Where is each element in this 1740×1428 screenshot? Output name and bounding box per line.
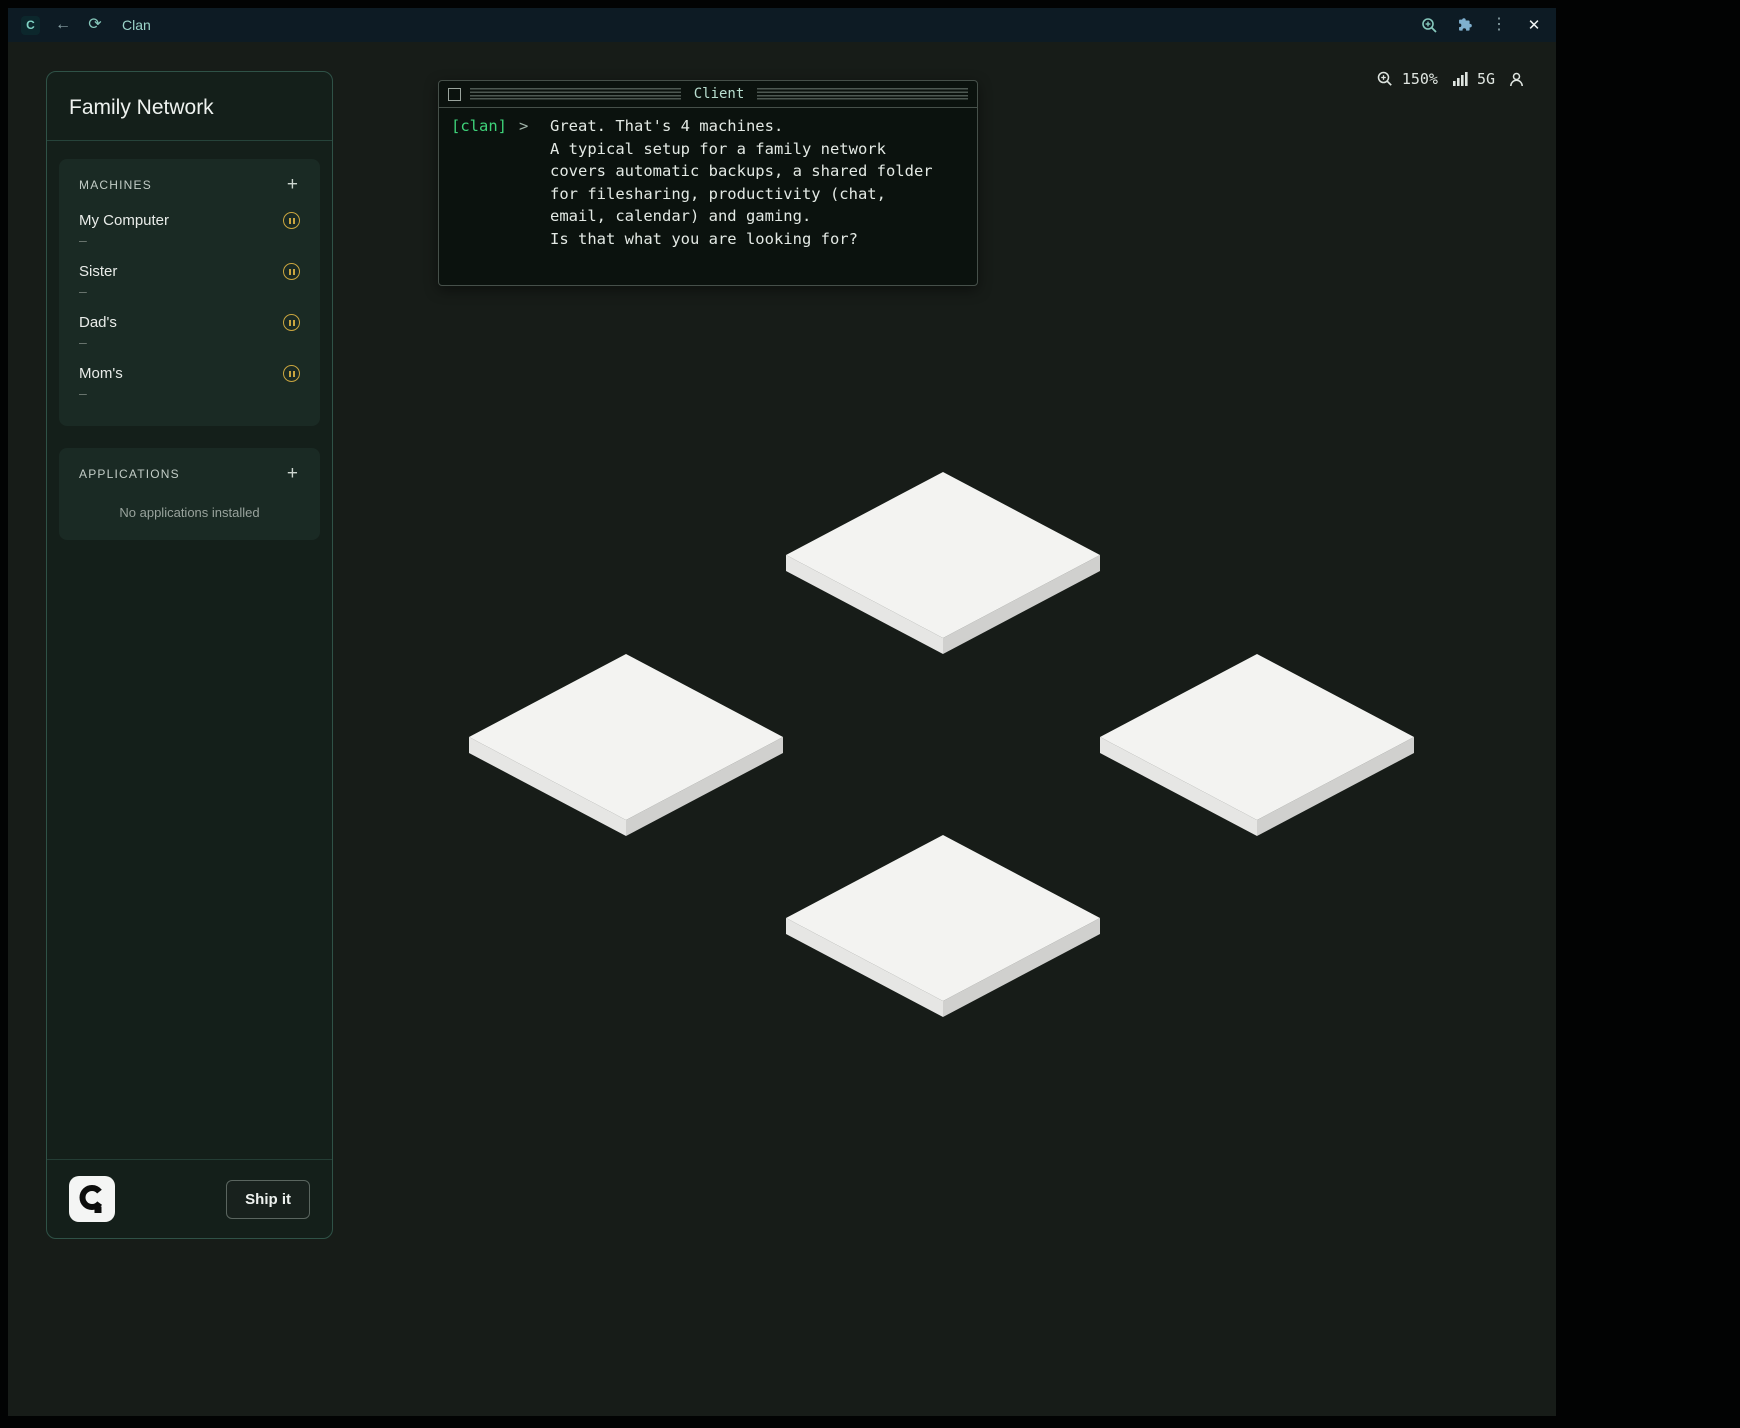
machine-tile[interactable]: [786, 835, 1100, 1017]
machine-detail: –: [79, 283, 300, 299]
machine-list-item[interactable]: Mom's –: [79, 365, 300, 401]
machine-status-icon: [283, 212, 300, 229]
clan-favicon-icon: C: [21, 16, 40, 35]
add-application-button[interactable]: +: [285, 464, 300, 483]
machine-tile[interactable]: [469, 654, 783, 836]
terminal-line: covers automatic backups, a shared folde…: [550, 160, 965, 183]
machine-status-icon: [283, 314, 300, 331]
applications-panel: APPLICATIONS + No applications installed: [59, 448, 320, 540]
zoom-level-icon: [1377, 71, 1393, 87]
machine-status-icon: [283, 365, 300, 382]
sidebar: Family Network MACHINES + My Computer –: [46, 71, 333, 1239]
kebab-menu-icon[interactable]: ⋮: [1490, 16, 1508, 34]
back-icon[interactable]: ←: [54, 16, 72, 34]
machine-list-item[interactable]: Sister –: [79, 263, 300, 299]
sidebar-header: Family Network: [47, 72, 332, 141]
machine-name: My Computer: [79, 212, 169, 229]
window-checkbox-icon[interactable]: [448, 88, 461, 101]
machine-status-icon: [283, 263, 300, 280]
machine-detail: –: [79, 334, 300, 350]
add-machine-button[interactable]: +: [285, 175, 300, 194]
page-title: Clan: [122, 17, 151, 33]
ship-it-button[interactable]: Ship it: [226, 1180, 310, 1219]
clan-logo: [69, 1176, 115, 1222]
machine-detail: –: [79, 385, 300, 401]
machine-list-item[interactable]: My Computer –: [79, 212, 300, 248]
machines-header: MACHINES: [79, 178, 152, 192]
signal-bars-icon: [1453, 72, 1468, 86]
network-title: Family Network: [69, 96, 310, 120]
terminal-line: email, calendar) and gaming.: [550, 205, 965, 228]
client-titlebar[interactable]: Client: [439, 81, 977, 108]
status-cluster: 150% 5G: [1377, 70, 1525, 88]
zoom-icon[interactable]: [1420, 16, 1438, 34]
main-canvas: Family Network MACHINES + My Computer –: [8, 42, 1556, 1416]
terminal-caret: >: [519, 115, 528, 250]
close-icon[interactable]: ✕: [1525, 16, 1543, 34]
zoom-level-value[interactable]: 150%: [1402, 70, 1438, 88]
app-window: C ← ⟳ Clan ⋮ ✕: [8, 8, 1556, 1416]
sidebar-footer: Ship it: [47, 1159, 332, 1238]
machine-name: Sister: [79, 263, 117, 280]
terminal-line: A typical setup for a family network: [550, 138, 965, 161]
machine-detail: –: [79, 232, 300, 248]
network-type-label: 5G: [1477, 70, 1495, 88]
machine-tile[interactable]: [1100, 654, 1414, 836]
user-icon[interactable]: [1508, 71, 1525, 88]
machine-name: Dad's: [79, 314, 117, 331]
browser-titlebar: C ← ⟳ Clan ⋮ ✕: [8, 8, 1556, 42]
titlebar-stripes: [757, 88, 968, 101]
machines-panel: MACHINES + My Computer – Sister: [59, 159, 320, 426]
terminal-output: [clan] > Great. That's 4 machines. A typ…: [439, 108, 977, 257]
applications-empty-text: No applications installed: [79, 501, 300, 530]
refresh-icon[interactable]: ⟳: [86, 16, 104, 34]
terminal-prompt: [clan]: [451, 115, 507, 250]
client-window-title: Client: [690, 86, 749, 102]
extensions-icon[interactable]: [1455, 16, 1473, 34]
terminal-line: Is that what you are looking for?: [550, 228, 965, 251]
titlebar-stripes: [470, 88, 681, 101]
terminal-line: Great. That's 4 machines.: [550, 115, 965, 138]
client-terminal-window: Client [clan] > Great. That's 4 machines…: [438, 80, 978, 286]
terminal-line: for filesharing, productivity (chat,: [550, 183, 965, 206]
machine-list-item[interactable]: Dad's –: [79, 314, 300, 350]
applications-header: APPLICATIONS: [79, 467, 180, 481]
machine-tile[interactable]: [786, 472, 1100, 654]
machine-name: Mom's: [79, 365, 123, 382]
